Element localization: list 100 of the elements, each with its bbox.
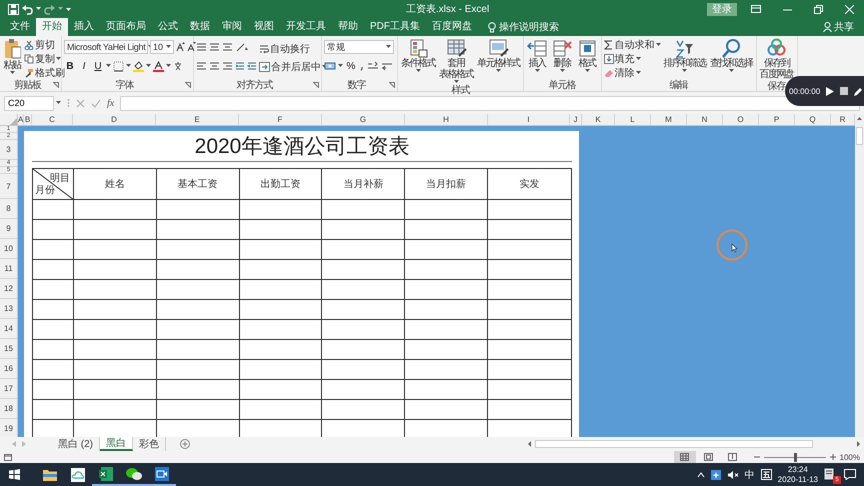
sort-filter-icon[interactable] xyxy=(674,38,696,58)
currency-icon[interactable] xyxy=(324,61,336,71)
caret-icon[interactable] xyxy=(656,42,660,46)
clipboard-button[interactable]: 复制 xyxy=(24,52,65,65)
fill-color-icon[interactable] xyxy=(133,60,144,72)
add-sheet-icon[interactable] xyxy=(180,439,190,449)
ribbon-tab[interactable]: 开始 xyxy=(36,18,68,36)
wrap-text-icon[interactable] xyxy=(259,44,269,54)
zoom-in-icon[interactable] xyxy=(830,454,836,460)
column-header[interactable]: G xyxy=(322,114,405,125)
column-header[interactable]: L xyxy=(615,114,651,125)
align-left-icon[interactable] xyxy=(196,61,207,71)
ribbon-tab[interactable]: 插入 xyxy=(68,18,100,36)
indent-icon[interactable] xyxy=(235,61,245,71)
caret-icon[interactable] xyxy=(10,71,14,75)
caret-icon[interactable] xyxy=(56,101,61,105)
copy-icon[interactable] xyxy=(24,54,34,64)
ribbon-button[interactable]: 插入 xyxy=(526,38,548,73)
column-header[interactable]: H xyxy=(405,114,488,125)
table-format-icon[interactable] xyxy=(446,38,466,58)
sheet-tab[interactable]: 黑白 xyxy=(100,437,133,451)
row-header[interactable]: 17 xyxy=(0,379,17,399)
font-size-dropdown[interactable]: 10 xyxy=(150,40,174,54)
scroll-right-icon[interactable] xyxy=(855,440,862,448)
input-mode-icon[interactable] xyxy=(760,469,772,480)
alignment-button[interactable]: 合并后居中 xyxy=(259,58,327,75)
font-name-dropdown[interactable]: Microsoft YaHei Light xyxy=(64,40,148,54)
merge-center-icon[interactable] xyxy=(259,62,270,72)
conditional-format-icon[interactable] xyxy=(408,38,428,58)
caret-icon[interactable] xyxy=(454,80,458,84)
phonetic-guide-icon[interactable] xyxy=(173,60,183,72)
caret-icon[interactable] xyxy=(36,7,41,11)
caret-icon[interactable] xyxy=(584,69,590,73)
ribbon-tab[interactable]: PDF工具集 xyxy=(364,18,426,36)
row-header[interactable]: 12 xyxy=(0,279,17,299)
row-header[interactable]: 7 xyxy=(0,174,17,199)
caret-icon[interactable] xyxy=(166,64,171,68)
column-header[interactable]: Q xyxy=(795,114,831,125)
stop-icon[interactable] xyxy=(840,87,848,95)
insert-cells-icon[interactable] xyxy=(526,38,548,58)
clipboard-button[interactable]: 格式刷 xyxy=(24,66,65,79)
editing-button[interactable]: 清除 xyxy=(604,66,660,79)
row-header[interactable]: 15 xyxy=(0,339,17,359)
action-center-icon[interactable] xyxy=(844,469,856,480)
column-header[interactable]: O xyxy=(723,114,759,125)
page-break-icon[interactable] xyxy=(728,453,738,461)
caret-icon[interactable] xyxy=(496,69,501,73)
row-header[interactable]: 9 xyxy=(0,219,17,239)
row-header[interactable]: 16 xyxy=(0,359,17,379)
editing-button[interactable]: 自动求和 xyxy=(604,38,660,51)
row-header[interactable]: 13 xyxy=(0,299,17,319)
font-color-icon[interactable] xyxy=(153,60,164,72)
alignment-button[interactable]: 自动换行 xyxy=(259,40,327,57)
save-icon[interactable] xyxy=(8,4,19,14)
input-method-indicator[interactable]: 中 xyxy=(744,468,755,482)
cloud-icon[interactable] xyxy=(71,468,85,482)
paste-button[interactable]: 粘贴 xyxy=(2,38,22,75)
column-header[interactable]: C xyxy=(32,114,73,125)
dialog-launcher-icon[interactable] xyxy=(53,82,59,88)
column-header[interactable]: F xyxy=(239,114,322,125)
row-header[interactable]: 11 xyxy=(0,259,17,279)
column-header[interactable]: B xyxy=(24,114,32,125)
lightbulb-icon[interactable] xyxy=(488,22,496,32)
column-header[interactable]: A xyxy=(18,114,24,125)
column-header[interactable]: N xyxy=(687,114,723,125)
caret-icon[interactable] xyxy=(534,69,540,73)
dialog-launcher-icon[interactable] xyxy=(389,82,395,88)
folder-icon[interactable] xyxy=(43,468,57,480)
row-header[interactable]: 10 xyxy=(0,239,17,259)
grip-icon[interactable] xyxy=(67,98,70,108)
ribbon-button[interactable]: 排序和筛选 xyxy=(662,38,707,73)
normal-view-icon[interactable] xyxy=(680,453,690,461)
zoom-out-icon[interactable] xyxy=(754,454,760,460)
ribbon-tab[interactable]: 公式 xyxy=(152,18,184,36)
row-header[interactable]: 8 xyxy=(0,199,17,219)
caret-icon[interactable] xyxy=(338,64,343,68)
chevron-up-icon[interactable] xyxy=(696,472,705,478)
font-style-button[interactable]: B xyxy=(64,60,76,72)
ribbon-button[interactable]: 单元格样式 xyxy=(476,38,520,73)
page-layout-icon[interactable] xyxy=(704,453,714,461)
cell-style-icon[interactable] xyxy=(488,38,509,58)
clipboard-icon[interactable] xyxy=(3,38,21,60)
zoom-level[interactable]: 100% xyxy=(836,452,864,462)
insert-function-button[interactable]: fx xyxy=(107,98,114,108)
zoom-slider-thumb[interactable] xyxy=(794,452,797,462)
align-bottom-icon[interactable] xyxy=(222,42,233,52)
font-style-button[interactable]: U xyxy=(92,60,104,72)
ribbon-tab[interactable]: 页面布局 xyxy=(100,18,152,36)
ribbon-display-icon[interactable] xyxy=(751,5,761,13)
column-header[interactable]: P xyxy=(759,114,795,125)
ribbon-button[interactable]: 条件格式 xyxy=(400,38,436,73)
caret-icon[interactable] xyxy=(682,69,688,73)
shrink-font-icon[interactable] xyxy=(187,42,196,52)
column-header[interactable]: J xyxy=(570,114,582,125)
column-header[interactable]: I xyxy=(488,114,570,125)
clock[interactable]: 23:24 2020-11-13 xyxy=(778,464,818,484)
border-icon[interactable] xyxy=(113,60,124,72)
caret-icon[interactable] xyxy=(416,69,420,73)
grow-font-icon[interactable] xyxy=(176,42,185,52)
percent-button[interactable]: % xyxy=(345,60,357,72)
